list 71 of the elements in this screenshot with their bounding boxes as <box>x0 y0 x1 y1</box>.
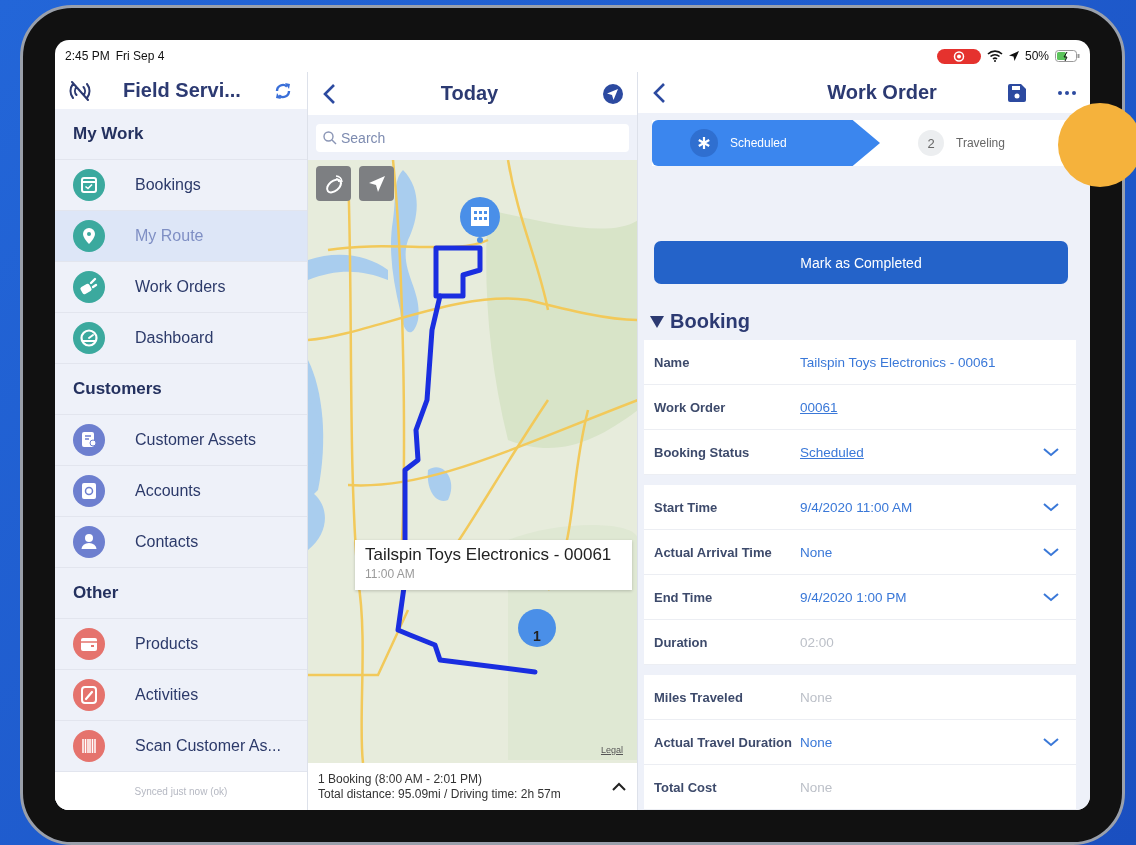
field-value: 02:00 <box>800 634 835 650</box>
field-label: Start Time <box>654 499 719 515</box>
no-signal-icon[interactable] <box>69 80 91 101</box>
field-value: None <box>800 689 834 705</box>
callout-time: 11:00 AM <box>365 567 416 581</box>
chevron-down-icon[interactable] <box>1042 447 1060 457</box>
field-label: Booking Status <box>654 444 751 460</box>
section-heading: My Work <box>55 109 307 161</box>
field-value: None <box>800 544 834 560</box>
field-label: Total Cost <box>654 779 718 795</box>
sidebar-item[interactable]: Dashboard <box>55 313 307 365</box>
sidebar-item[interactable]: Accounts <box>55 466 307 518</box>
step-number: 2 <box>918 130 944 156</box>
field-label: Name <box>654 354 691 370</box>
asterisk-icon <box>690 129 718 157</box>
field-link[interactable]: 00061 <box>800 399 1060 415</box>
building-pin-icon[interactable] <box>460 197 500 243</box>
chevron-up-icon[interactable] <box>611 781 627 792</box>
field-label: Actual Travel Duration <box>654 734 793 750</box>
section-heading: Other <box>55 568 307 620</box>
sidebar-item[interactable]: Activities <box>55 670 307 722</box>
map-callout[interactable]: Tailspin Toys Electronics - 00061 11:00 AM <box>355 540 632 590</box>
back-icon[interactable] <box>322 82 336 105</box>
field-value: None <box>800 779 834 795</box>
legal-link[interactable]: Legal <box>600 745 623 755</box>
status-date: Fri Sep 4 <box>115 49 165 63</box>
stage-step[interactable]: 2 Traveling <box>880 120 1005 166</box>
field-label: End Time <box>654 589 714 605</box>
wifi-icon <box>986 50 1003 62</box>
stage-step[interactable]: Scheduled <box>652 120 880 166</box>
app-title: Field Servi... <box>123 79 241 103</box>
battery-percent: 50% <box>1024 49 1049 63</box>
save-icon[interactable] <box>1008 83 1026 102</box>
field-label: Miles Traveled <box>654 689 744 705</box>
field-link[interactable]: Scheduled <box>800 444 1042 460</box>
sidebar-item[interactable]: Contacts <box>55 517 307 569</box>
sidebar-item[interactable]: Customer Assets <box>55 415 307 467</box>
search-icon <box>323 130 337 145</box>
sidebar-item[interactable]: Products <box>55 619 307 671</box>
section-heading: Customers <box>55 364 307 416</box>
status-time: 2:45 PM <box>65 49 110 63</box>
chevron-down-icon[interactable] <box>1042 737 1060 747</box>
battery-icon <box>1055 50 1080 62</box>
route-summary-text: Total distance: 95.09mi / Driving time: 2h 57m <box>318 786 561 802</box>
section-toggle[interactable]: Booking <box>650 310 1090 333</box>
field-value: Tailspin Toys Electronics - 00061 <box>800 354 997 370</box>
locate-button[interactable] <box>359 166 394 201</box>
field-label: Work Order <box>654 399 727 415</box>
field-label: Actual Arrival Time <box>654 544 773 560</box>
chevron-down-icon[interactable] <box>1042 502 1060 512</box>
navigation-icon[interactable] <box>603 83 623 104</box>
field-value: None <box>800 734 834 750</box>
complete-button[interactable]: Mark as Completed <box>654 241 1068 284</box>
search-field[interactable]: Search <box>316 123 629 152</box>
callout-title: Tailspin Toys Electronics - 00061 <box>365 545 613 565</box>
chevron-down-icon[interactable] <box>1042 547 1060 557</box>
sync-status: Synced just now (ok) <box>134 785 228 797</box>
field-value: 9/4/2020 1:00 PM <box>800 589 908 605</box>
satellite-view-button[interactable] <box>316 166 351 201</box>
chevron-down-icon[interactable] <box>1042 592 1060 602</box>
field-label: Duration <box>654 634 709 650</box>
screen-title: Today <box>440 82 499 105</box>
back-icon[interactable] <box>652 81 666 104</box>
field-value: 9/4/2020 11:00 AM <box>800 499 914 515</box>
triangle-down-icon <box>650 315 664 328</box>
screen-title: Work Order <box>827 81 937 104</box>
route-summary-text: 1 Booking (8:00 AM - 2:01 PM) <box>318 771 484 787</box>
recording-indicator-icon <box>936 48 981 64</box>
sidebar-item[interactable]: Work Orders <box>55 262 307 314</box>
location-arrow-icon <box>1008 51 1019 61</box>
more-icon[interactable] <box>1058 90 1076 95</box>
